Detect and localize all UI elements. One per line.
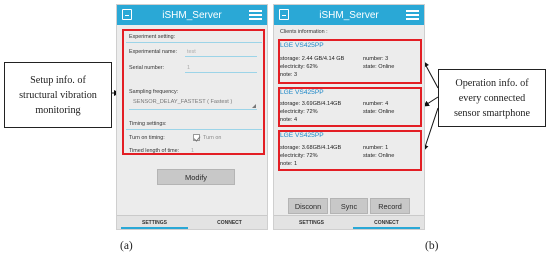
app-title: iSHM_Server [319,9,379,21]
client-state: state: Online [363,153,395,159]
phone-connect-screen: iSHM_Server Clients information : LGE VS… [273,4,425,230]
client-note: note: 4 [280,117,298,123]
file-icon[interactable] [279,9,289,20]
app-title: iSHM_Server [162,9,222,21]
turn-on-label: Turn on [203,135,222,141]
settings-sliders-icon[interactable] [406,9,419,20]
client-number: number: 1 [363,145,389,151]
client-number: number: 3 [363,56,389,62]
client-name: LGE VS425PP [280,89,324,96]
input-underline [185,56,257,57]
divider [126,42,262,43]
client-name: LGE VS425PP [280,132,324,139]
turn-on-checkbox[interactable] [193,134,200,141]
app-title-bar: iSHM_Server [274,5,424,25]
sampling-frequency-label: Sampling frequency: [129,89,179,95]
arrow-to-client-1 [423,61,439,89]
client-storage: storage: 3.69GB/4.14GB [280,101,342,107]
tab-bar: SETTINGS CONNECT [117,215,267,229]
divider [126,129,262,130]
input-underline [185,72,257,73]
callout-line: Operation info. of [455,77,529,89]
client-state: state: Online [363,64,395,70]
client-electricity: electricity: 72% [280,153,318,159]
app-title-bar: iSHM_Server [117,5,267,25]
callout-line: structural vibration [19,89,97,101]
callout-line: sensor smartphone [453,107,531,119]
setup-info-callout: Setup info. of structural vibration moni… [4,62,112,128]
disconnect-button[interactable]: Disconn [288,198,328,214]
serial-number-label: Serial number: [129,65,165,71]
client-state: state: Online [363,109,395,115]
client-note: note: 1 [280,161,298,167]
client-note: note: 3 [280,72,298,78]
client-electricity: electricity: 62% [280,64,318,70]
clients-header: Clients information : [280,29,328,35]
tab-connect[interactable]: CONNECT [192,216,267,229]
arrow-to-client-2 [423,96,439,107]
tab-settings[interactable]: SETTINGS [274,216,349,229]
sync-button[interactable]: Sync [330,198,368,214]
phone-settings-screen: iSHM_Server Experiment setting: Experime… [116,4,268,230]
experimental-name-label: Experimental name: [129,49,177,55]
operation-info-callout: Operation info. of every connected senso… [438,69,546,127]
timed-length-input[interactable]: 1 [191,148,194,154]
turn-on-timing-label: Turn on timing: [129,135,165,141]
timing-settings-heading: Timing settings: [129,121,167,127]
tab-bar: SETTINGS CONNECT [274,215,424,229]
experiment-setting-heading: Experiment setting: [129,34,176,40]
panel-label-a: (a) [120,240,133,252]
arrow-to-client-3 [422,107,439,151]
client-storage: storage: 2.44 GB/4.14 GB [280,56,345,62]
client-name: LGE VS425PP [280,42,324,49]
record-button[interactable]: Record [370,198,410,214]
tab-connect[interactable]: CONNECT [349,216,424,229]
sampling-frequency-select[interactable]: SENSOR_DELAY_FASTEST ( Fastest ) [129,99,257,110]
experimental-name-input[interactable]: test [187,49,196,55]
serial-number-input[interactable]: 1 [187,65,190,71]
settings-sliders-icon[interactable] [249,9,262,20]
callout-line: Setup info. of [30,74,86,86]
client-number: number: 4 [363,101,389,107]
callout-line: monitoring [35,104,81,116]
client-electricity: electricity: 72% [280,109,318,115]
tab-settings[interactable]: SETTINGS [117,216,192,229]
panel-label-b: (b) [425,240,439,252]
client-storage: storage: 3.68GB/4.14GB [280,145,342,151]
timed-length-label: Timed length of time: [129,148,180,154]
callout-line: every connected [458,92,526,104]
modify-button[interactable]: Modify [157,169,235,185]
file-icon[interactable] [122,9,132,20]
